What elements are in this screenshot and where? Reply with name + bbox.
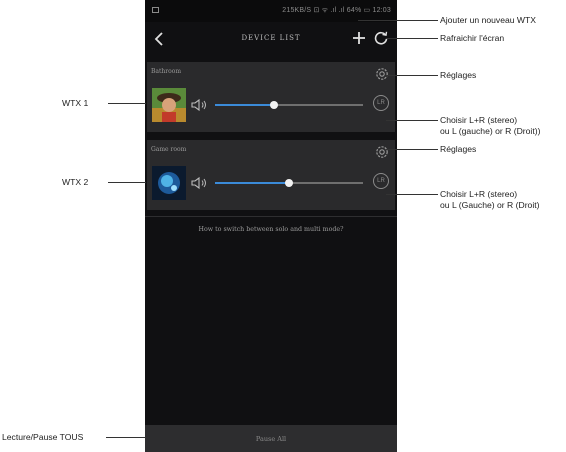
status-info: 215KB/S ⊡ ᯤ .ıl .ıl 64% ▭ 12:03: [282, 7, 391, 14]
annotation-line-add: [358, 20, 438, 21]
device-card-2: Game room LR: [147, 140, 395, 210]
annotation-line-play-pause-all: [106, 437, 146, 438]
annotation-wtx1: WTX 1: [62, 98, 89, 108]
annotation-lr-1-line2: ou L (gauche) or R (Droit)): [440, 126, 541, 136]
annotation-play-pause-all: Lecture/Pause TOUS: [2, 432, 84, 442]
volume-slider-knob[interactable]: [285, 179, 293, 187]
volume-slider-fill: [215, 104, 275, 106]
plus-icon[interactable]: [351, 30, 367, 46]
nav-bar: DEVICE LIST: [145, 22, 397, 56]
device-thumbnail-image: [152, 166, 186, 200]
annotation-settings-2: Réglages: [440, 144, 477, 154]
annotation-lr-1-line1: Choisir L+R (stereo): [440, 115, 518, 125]
device-name: Bathroom: [151, 68, 182, 75]
volume-slider[interactable]: [215, 101, 363, 109]
notification-icon: [152, 7, 159, 13]
annotation-line-wtx2: [108, 182, 146, 183]
annotation-line-refresh: [386, 38, 438, 39]
bottom-bar: Pause All: [145, 425, 397, 452]
annotation-settings-1: Réglages: [440, 70, 477, 80]
device-card-1: Bathroom LR: [147, 62, 395, 132]
annotation-line-wtx1: [108, 103, 146, 104]
volume-slider-knob[interactable]: [270, 101, 279, 109]
device-thumbnail-image: [152, 88, 186, 122]
lr-channel-button[interactable]: LR: [373, 95, 389, 111]
phone-screen: 215KB/S ⊡ ᯤ .ıl .ıl 64% ▭ 12:03 DEVICE L…: [145, 0, 397, 452]
gear-icon[interactable]: [374, 66, 390, 82]
help-link[interactable]: How to switch between solo and multi mod…: [145, 226, 397, 233]
annotation-line-lr-1: [386, 120, 438, 121]
pause-all-button[interactable]: Pause All: [145, 435, 397, 443]
annotation-add-wtx: Ajouter un nouveau WTX: [440, 15, 537, 25]
annotation-line-lr-2: [386, 194, 438, 195]
divider: [145, 216, 397, 217]
status-bar: 215KB/S ⊡ ᯤ .ıl .ıl 64% ▭ 12:03: [145, 0, 397, 22]
speaker-icon[interactable]: [191, 176, 209, 190]
annotation-refresh: Rafraichir l'écran: [440, 33, 505, 43]
volume-slider-fill: [215, 182, 289, 184]
annotation-lr-2-line2: ou L (Gauche) or R (Droit): [440, 200, 540, 210]
annotation-lr-2-line1: Choisir L+R (stereo): [440, 189, 518, 199]
annotation-wtx2: WTX 2: [62, 177, 89, 187]
device-name: Game room: [151, 146, 187, 153]
speaker-icon[interactable]: [191, 98, 209, 112]
lr-channel-button[interactable]: LR: [373, 173, 389, 189]
gear-icon[interactable]: [374, 144, 390, 160]
annotation-line-settings-1: [386, 75, 438, 76]
volume-slider[interactable]: [215, 179, 363, 187]
annotation-line-settings-2: [386, 149, 438, 150]
